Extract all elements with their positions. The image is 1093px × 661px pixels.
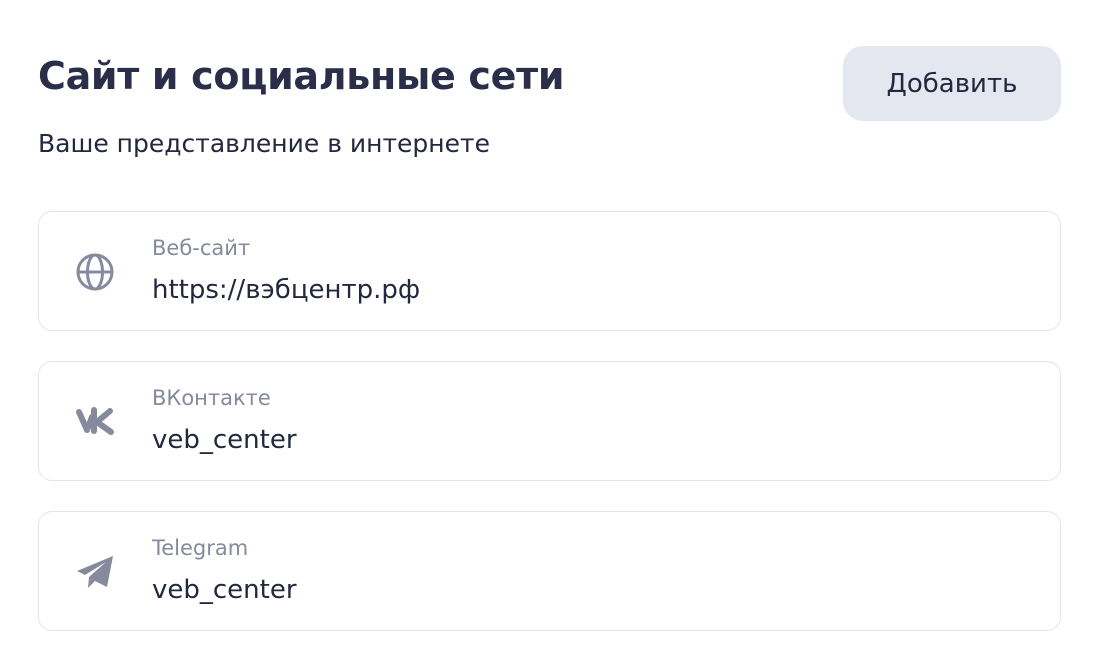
section-header: Сайт и социальные сети Ваше представлени… bbox=[38, 0, 1061, 200]
globe-icon bbox=[75, 252, 115, 292]
telegram-icon bbox=[75, 552, 115, 592]
links-list: Веб-сайт https://вэбцентр.рф ВКонтакте v… bbox=[38, 211, 1061, 661]
link-label: ВКонтакте bbox=[152, 386, 271, 410]
link-card-vkontakte[interactable]: ВКонтакте veb_center bbox=[38, 361, 1061, 481]
link-card-website[interactable]: Веб-сайт https://вэбцентр.рф bbox=[38, 211, 1061, 331]
websites-social-section: Сайт и социальные сети Ваше представлени… bbox=[38, 0, 1061, 660]
add-button[interactable]: Добавить bbox=[843, 46, 1061, 121]
link-value: https://вэбцентр.рф bbox=[152, 275, 421, 305]
link-value: veb_center bbox=[152, 575, 297, 605]
link-value: veb_center bbox=[152, 425, 297, 455]
vk-icon bbox=[75, 402, 115, 442]
section-title: Сайт и социальные сети bbox=[38, 54, 565, 98]
link-card-telegram[interactable]: Telegram veb_center bbox=[38, 511, 1061, 631]
link-label: Веб-сайт bbox=[152, 236, 251, 260]
link-label: Telegram bbox=[152, 536, 249, 560]
section-subtitle: Ваше представление в интернете bbox=[38, 129, 490, 158]
